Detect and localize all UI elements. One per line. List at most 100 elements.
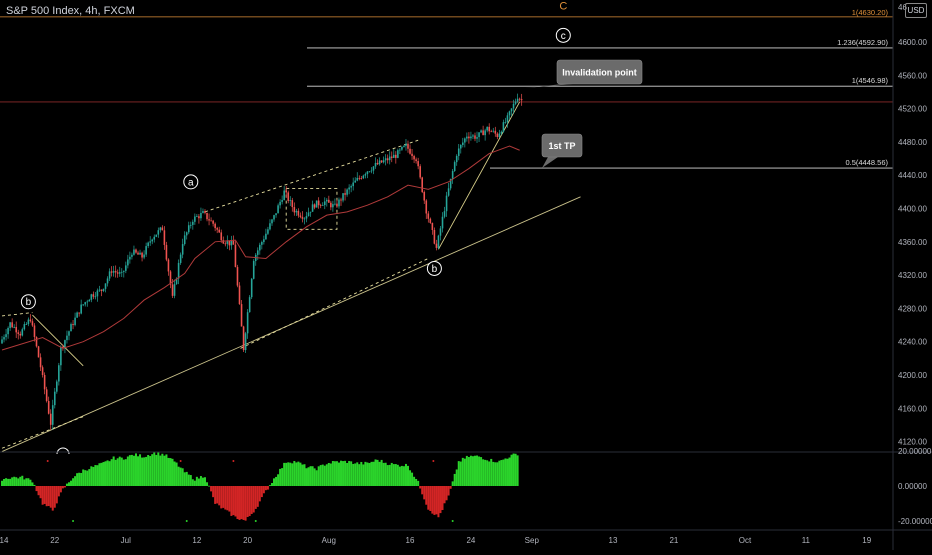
oscillator-bar	[106, 460, 109, 486]
candle-body	[435, 243, 438, 248]
oscillator-bar	[51, 486, 54, 511]
candle-body	[419, 166, 421, 178]
time-axis-tick: 24	[466, 536, 475, 545]
oscillator-bar	[390, 462, 393, 486]
oscillator-bar	[244, 486, 247, 521]
candle-body	[187, 225, 190, 233]
candle-body	[451, 171, 454, 179]
oscillator-bar	[301, 464, 304, 486]
candle-body	[157, 230, 160, 235]
oscillator-bar	[425, 486, 428, 505]
oscillator-bar	[37, 486, 40, 496]
oscillator-bar	[340, 460, 343, 486]
oscillator-bar	[398, 466, 401, 486]
candle-body	[58, 365, 60, 382]
oscillator-bar	[88, 469, 91, 486]
candle-body	[332, 204, 334, 208]
candle-body	[76, 312, 78, 318]
candle-body	[392, 154, 395, 158]
oscillator-bar	[329, 463, 332, 486]
oscillator-bar	[191, 479, 194, 486]
oscillator-bar	[370, 461, 373, 486]
candle-body	[330, 202, 332, 208]
oscillator-bar	[53, 486, 56, 508]
time-axis-tick: Aug	[322, 536, 336, 545]
oscillator-bar	[187, 474, 190, 486]
oscillator-bar	[309, 466, 312, 486]
oscillator-bar	[358, 464, 361, 486]
candle-body	[445, 195, 448, 212]
oscillator-bar	[141, 457, 144, 486]
oscillator-bar	[49, 486, 52, 508]
oscillator-bar	[463, 458, 466, 486]
oscillator-bar	[386, 465, 389, 486]
candle-body	[68, 331, 70, 336]
candle-body	[476, 137, 478, 139]
oscillator-bar	[169, 458, 172, 486]
oscillator-bar	[17, 478, 20, 486]
oscillator-bar	[260, 486, 263, 498]
candle-body	[437, 235, 440, 248]
oscillator-bar	[147, 454, 150, 486]
candle-body	[468, 136, 470, 139]
oscillator-bar	[500, 460, 503, 486]
candle-body	[216, 228, 218, 230]
price-chart[interactable]: 1(4630.20) 1.236(4592.90) 1(4546.98) 0.5(44…	[0, 0, 932, 550]
oscillator-bar	[307, 467, 310, 486]
oscillator-bar	[435, 486, 438, 515]
oscillator-bar	[313, 468, 316, 486]
candle-body	[352, 182, 354, 187]
currency-badge[interactable]: USD	[905, 3, 927, 18]
candle-body	[19, 333, 22, 336]
oscillator-bar	[216, 486, 219, 504]
candle-body	[226, 240, 229, 244]
candle-body	[514, 101, 517, 104]
oscillator-bar	[356, 462, 359, 486]
oscillator-bar	[139, 454, 142, 486]
candle-body	[261, 242, 263, 245]
candle-body	[453, 162, 456, 172]
oscillator-bar	[67, 482, 70, 486]
candle-body	[177, 262, 180, 279]
oscillator-bar	[502, 459, 505, 486]
oscillator-bar	[193, 480, 196, 486]
oscillator-bar	[47, 486, 50, 506]
oscillator-bar	[275, 476, 278, 486]
fib-label: 1.236(4592.90)	[837, 38, 888, 47]
oscillator-bar	[344, 460, 347, 486]
candle-body	[204, 211, 206, 213]
oscillator-bar	[384, 462, 387, 486]
time-axis-tick: 12	[192, 536, 201, 545]
oscillator-bar	[65, 483, 68, 486]
candle-body	[502, 122, 505, 132]
candle-body	[141, 252, 143, 258]
candle-body	[214, 223, 216, 229]
oscillator-signal-dot	[72, 520, 75, 522]
candle-body	[470, 136, 472, 139]
oscillator-bar	[206, 482, 209, 486]
candle-body	[413, 155, 415, 160]
price-axis-tick: 4200.00	[898, 371, 927, 380]
candle-body	[236, 267, 239, 286]
candle-body	[163, 230, 166, 245]
candle-body	[506, 115, 509, 123]
candle-body	[139, 252, 141, 255]
oscillator-bar	[445, 486, 448, 501]
oscillator-bar	[295, 462, 298, 486]
oscillator-bar	[287, 462, 290, 486]
oscillator-bar	[63, 486, 66, 488]
price-axis-tick: 4120.00	[898, 438, 927, 447]
candle-body	[198, 216, 200, 219]
candle-body	[478, 132, 480, 138]
candle-body	[151, 239, 154, 242]
candle-body	[441, 216, 444, 229]
oscillator-bar	[98, 463, 101, 486]
oscillator-bar	[222, 486, 225, 508]
chart-stage[interactable]: 1(4630.20) 1.236(4592.90) 1(4546.98) 0.5(44…	[0, 0, 932, 550]
candle-body	[208, 219, 210, 221]
candle-body	[137, 252, 139, 255]
oscillator-bar	[84, 470, 87, 486]
oscillator-bar	[226, 486, 229, 511]
oscillator-bar	[388, 464, 391, 486]
candle-body	[344, 193, 346, 195]
